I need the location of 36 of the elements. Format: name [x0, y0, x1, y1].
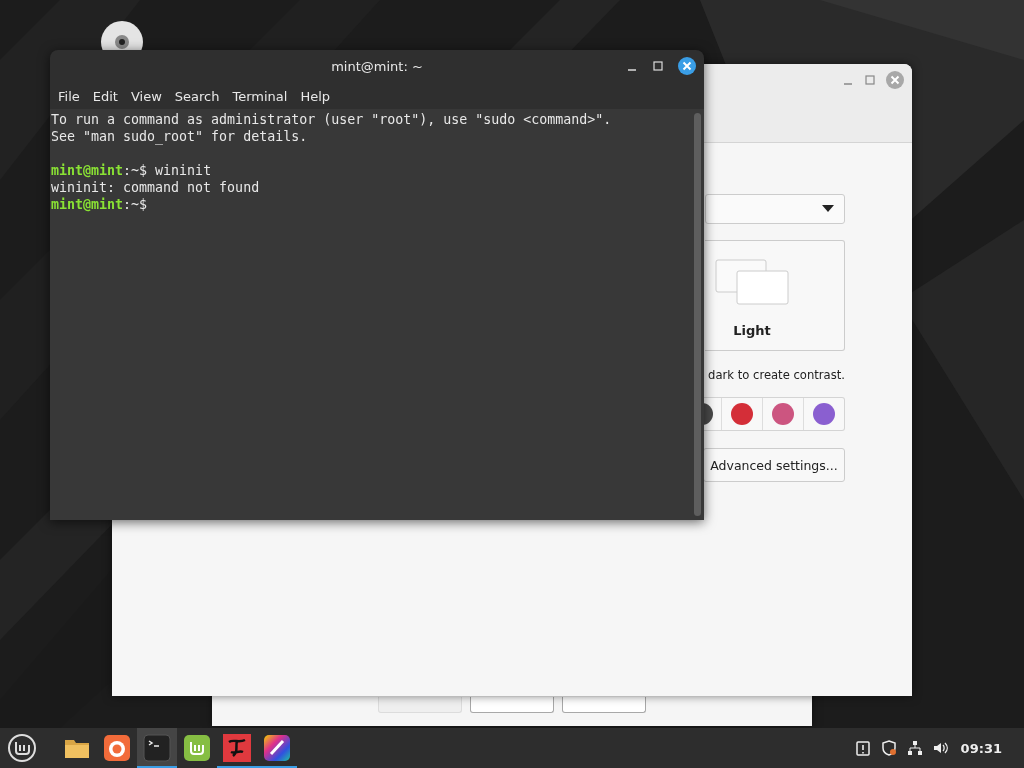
- shield-icon[interactable]: [880, 740, 897, 756]
- font-app-icon: [223, 734, 251, 762]
- terminal-output: wininit: command not found: [51, 179, 261, 196]
- prompt-path: :~$: [123, 197, 148, 212]
- window-preview-icon: [715, 259, 789, 305]
- brush-icon: [263, 734, 291, 762]
- menu-logo-icon[interactable]: [7, 733, 37, 763]
- advanced-settings-button[interactable]: Advanced settings...: [703, 448, 845, 482]
- clipboard-icon[interactable]: [854, 740, 871, 756]
- menu-item[interactable]: Search: [174, 88, 227, 104]
- scrollbar[interactable]: [694, 113, 701, 516]
- terminal-output: To run a command as administrator (user "root"), use "sudo <command>".: [51, 111, 613, 128]
- prompt-user: mint@mint: [51, 163, 124, 178]
- theme-card[interactable]: Light: [705, 240, 845, 351]
- color-swatch[interactable]: [772, 403, 794, 425]
- theme-label: Light: [733, 323, 771, 338]
- prompt-user: mint@mint: [51, 197, 124, 212]
- clock[interactable]: 09:31: [960, 740, 1002, 756]
- prompt-path: :~$: [123, 163, 148, 178]
- taskbar-app[interactable]: [137, 728, 177, 768]
- close-icon[interactable]: [678, 57, 696, 75]
- window-title: mint@mint: ~: [331, 59, 423, 74]
- color-swatch[interactable]: [731, 403, 753, 425]
- hint-text: dark to create contrast.: [708, 368, 845, 382]
- network-icon[interactable]: [906, 740, 923, 756]
- menu-item[interactable]: Edit: [92, 88, 125, 104]
- terminal-command: wininit: [155, 163, 212, 178]
- caret-icon: [822, 205, 834, 213]
- terminal-output: See "man sudo_root" for details.: [51, 128, 309, 145]
- menu-item[interactable]: Help: [300, 88, 338, 104]
- volume-icon[interactable]: [932, 740, 949, 756]
- menu-item[interactable]: Terminal: [232, 88, 295, 104]
- menu-item[interactable]: File: [58, 88, 87, 104]
- terminal-icon: [143, 734, 171, 762]
- menu-item[interactable]: View: [130, 88, 169, 104]
- color-swatch[interactable]: [813, 403, 835, 425]
